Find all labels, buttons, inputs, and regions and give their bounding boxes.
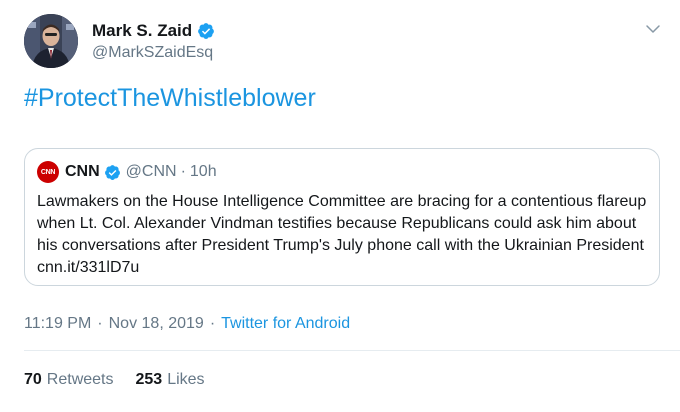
retweets-label: Retweets [46, 371, 114, 388]
tweet-stats: 70 Retweets 253 Likes [24, 371, 227, 389]
author-handle[interactable]: @MarkSZaidEsq [92, 44, 215, 62]
retweets-count: 70 [24, 371, 42, 388]
quoted-timestamp: 10h [189, 163, 217, 180]
likes-stat[interactable]: 253 Likes [136, 371, 205, 389]
cnn-logo-avatar: CNN [37, 161, 59, 183]
author-info: Mark S. Zaid @MarkSZaidEsq [92, 20, 215, 62]
quoted-separator: · [180, 163, 186, 180]
verified-badge-icon [104, 164, 120, 180]
quoted-tweet-text: Lawmakers on the House Intelligence Comm… [37, 193, 647, 276]
meta-separator: · [209, 315, 216, 332]
retweets-stat[interactable]: 70 Retweets [24, 371, 114, 389]
quoted-author-handle: @CNN [125, 163, 177, 180]
meta-separator: · [97, 315, 103, 332]
hashtag-link[interactable]: #ProtectTheWhistleblower [24, 84, 316, 113]
likes-label: Likes [167, 371, 205, 388]
quoted-tweet[interactable]: CNN CNN @CNN · 10h Lawmakers on the Hous… [24, 148, 660, 286]
avatar-image [24, 14, 78, 68]
author-name-row: Mark S. Zaid [92, 20, 215, 42]
tweet-card: Mark S. Zaid @MarkSZaidEsq #ProtectTheWh… [0, 0, 680, 412]
divider [24, 350, 680, 351]
likes-count: 253 [135, 371, 163, 388]
author-avatar[interactable] [24, 14, 78, 68]
quoted-author-name: CNN [65, 163, 100, 180]
tweet-source-link[interactable]: Twitter for Android [221, 315, 350, 333]
author-name[interactable]: Mark S. Zaid [92, 21, 192, 41]
verified-badge-icon [198, 23, 215, 39]
quoted-tweet-header: CNN CNN @CNN · 10h [37, 161, 217, 183]
tweet-time[interactable]: 11:19 PM [24, 315, 91, 333]
tweet-meta: 11:19 PM · Nov 18, 2019 · Twitter for An… [24, 315, 350, 333]
tweet-date[interactable]: Nov 18, 2019 [109, 315, 204, 333]
chevron-down-icon[interactable] [644, 20, 662, 38]
